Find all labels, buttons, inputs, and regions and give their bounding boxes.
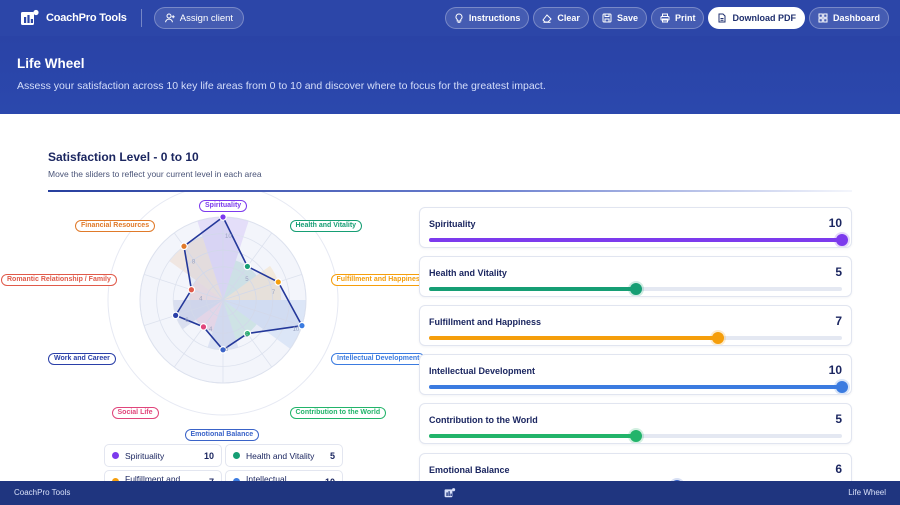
wheel-area-label: Social Life [111,407,159,419]
dashboard-label: Dashboard [832,13,880,23]
download-pdf-label: Download PDF [732,13,796,23]
slider-card-health-and-vitality: Health and Vitality 5 [419,256,852,297]
clear-button[interactable]: Clear [533,7,589,29]
page-title: Life Wheel [17,56,85,71]
section-title: Satisfaction Level - 0 to 10 [48,150,199,164]
wheel-area-label: Intellectual Development [331,353,426,365]
coachpro-logo-icon [21,9,39,25]
print-label: Print [674,13,696,23]
save-button[interactable]: Save [592,7,647,29]
app-name: CoachPro Tools [46,12,127,24]
slider-fill [429,385,842,389]
print-button[interactable]: Print [650,7,705,29]
wheel-area-label: Work and Career [48,353,116,365]
toolbar-actions: Instructions Clear Save Print Download P… [444,7,889,29]
slider-value: 7 [835,314,842,328]
wheel-area-label: Spirituality [199,200,248,212]
lightbulb-icon [455,13,463,23]
legend-item: Health and Vitality 5 [225,444,343,467]
printer-icon [660,13,670,23]
wheel-point [199,323,208,331]
wheel-area-label: Financial Resources [75,220,156,232]
slider-fill [429,287,636,291]
slider-card-spirituality: Spirituality 10 [419,207,852,248]
wheel-point [180,242,188,251]
slider-track[interactable] [429,430,842,442]
slider-value: 6 [835,462,842,476]
slider-fill [429,434,636,438]
eraser-icon [542,14,553,23]
grid-icon [818,13,828,23]
wheel-area-label: Fulfillment and Happiness [330,274,430,286]
legend-name: Health and Vitality [246,450,315,461]
wheel-area-label: Romantic Relationship / Family [1,274,117,286]
slider-fill [429,336,719,340]
slider-track[interactable] [429,381,848,393]
instructions-button[interactable]: Instructions [444,7,530,29]
slider-track[interactable] [429,283,842,295]
save-label: Save [616,13,638,23]
wheel-point [171,311,180,320]
footer: CoachPro Tools Life Wheel [0,481,900,505]
footer-page-name: Life Wheel [848,488,886,497]
slider-value: 5 [835,412,842,426]
slider-fill [429,238,842,242]
instructions-label: Instructions [468,13,521,23]
slider-handle[interactable] [629,430,642,442]
slider-value: 10 [828,363,842,377]
wheel-point-value: 10 [225,234,232,240]
legend-value: 10 [203,450,214,461]
wheel-area-label: Emotional Balance [184,429,260,441]
slider-label: Emotional Balance [429,465,510,475]
save-icon [602,13,612,23]
download-pdf-button[interactable]: Download PDF [708,7,805,29]
clear-label: Clear [557,13,580,23]
footer-brand: CoachPro Tools [14,488,71,497]
document-icon [718,13,726,23]
slider-card-intellectual-development: Intellectual Development 10 [419,354,852,395]
slider-label: Fulfillment and Happiness [429,317,542,327]
legend-dot [233,452,240,459]
legend-name: Spirituality [125,450,165,461]
legend-dot [112,452,119,459]
life-wheel-chart: 10 5 7 10 5 6 4 6 4 8 Spirituality Health and Vita… [0,184,430,442]
slider-label: Intellectual Development [429,366,536,376]
section-subtitle: Move the sliders to reflect your current… [48,169,262,179]
hero-banner: Life Wheel Assess your satisfaction acro… [0,36,900,114]
wheel-area-label: Contribution to the World [289,407,387,419]
wheel-point [187,285,196,294]
slider-handle[interactable] [629,283,642,295]
legend-value: 5 [329,450,335,461]
slider-value: 10 [828,216,842,230]
page-subtitle: Assess your satisfaction across 10 key l… [17,80,546,92]
coachpro-logo-icon [444,488,456,498]
slider-handle[interactable] [836,381,848,393]
wheel-point [219,213,227,221]
wheel-point [243,262,252,271]
slider-track[interactable] [429,332,842,344]
legend-item: Spirituality 10 [104,444,222,467]
wheel-point [274,278,283,286]
wheel-point-value: 10 [293,327,300,333]
dashboard-button[interactable]: Dashboard [808,7,889,29]
topbar-divider [140,9,142,27]
slider-value: 5 [835,265,842,279]
assign-client-label: Assign client [179,12,234,24]
wheel-point [298,321,306,330]
slider-card-fulfillment-and-happiness: Fulfillment and Happiness 7 [419,305,852,346]
top-bar: CoachPro Tools Assign client Instruction… [0,0,900,36]
slider-label: Health and Vitality [429,268,507,278]
user-plus-icon [164,13,175,23]
slider-handle[interactable] [836,234,848,246]
slider-track[interactable] [429,234,848,246]
assign-client-button[interactable]: Assign client [153,7,245,29]
wheel-area-label: Health and Vitality [289,220,363,232]
brand[interactable]: CoachPro Tools [20,9,127,27]
slider-label: Spirituality [429,219,476,229]
slider-handle[interactable] [712,332,725,344]
slider-card-contribution-to-the-world: Contribution to the World 5 [419,403,852,444]
slider-label: Contribution to the World [429,415,538,425]
